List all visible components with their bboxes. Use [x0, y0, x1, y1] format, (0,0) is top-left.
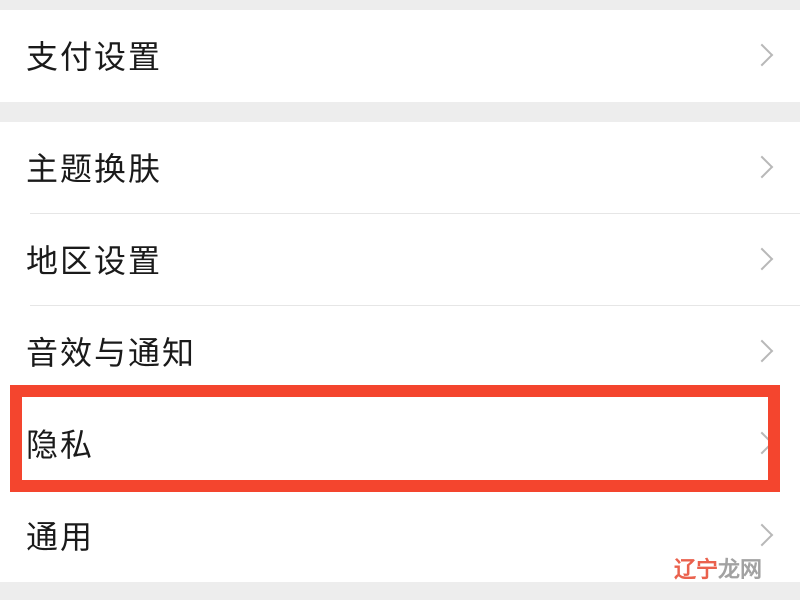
watermark-tail: 龙网 [717, 558, 762, 583]
row-label: 主题换肤 [26, 150, 163, 189]
row-label: 地区设置 [26, 242, 163, 281]
bottom-gap [0, 582, 800, 597]
row-label: 音效与通知 [26, 334, 197, 373]
chevron-right-icon [750, 155, 774, 179]
watermark-main: 辽宁 [673, 558, 718, 583]
settings-row-payment[interactable]: 支付设置 [0, 10, 800, 102]
settings-row-privacy[interactable]: 隐私 [0, 398, 800, 490]
chevron-right-icon [750, 43, 774, 67]
settings-row-sound-notifications[interactable]: 音效与通知 [0, 306, 800, 398]
top-gap [0, 0, 800, 10]
chevron-right-icon [750, 523, 774, 547]
group-gap [0, 102, 800, 122]
chevron-right-icon [750, 247, 774, 271]
settings-row-region[interactable]: 地区设置 [0, 214, 800, 306]
settings-group-payment: 支付设置 [0, 10, 800, 102]
chevron-right-icon [750, 339, 774, 363]
row-label: 隐私 [26, 426, 95, 465]
watermark: 辽宁龙网 [674, 552, 762, 584]
chevron-right-icon [750, 431, 774, 455]
row-label: 通用 [26, 518, 95, 557]
row-label: 支付设置 [26, 38, 163, 77]
settings-group-general: 主题换肤 地区设置 音效与通知 隐私 通用 [0, 122, 800, 582]
settings-row-theme[interactable]: 主题换肤 [0, 122, 800, 214]
